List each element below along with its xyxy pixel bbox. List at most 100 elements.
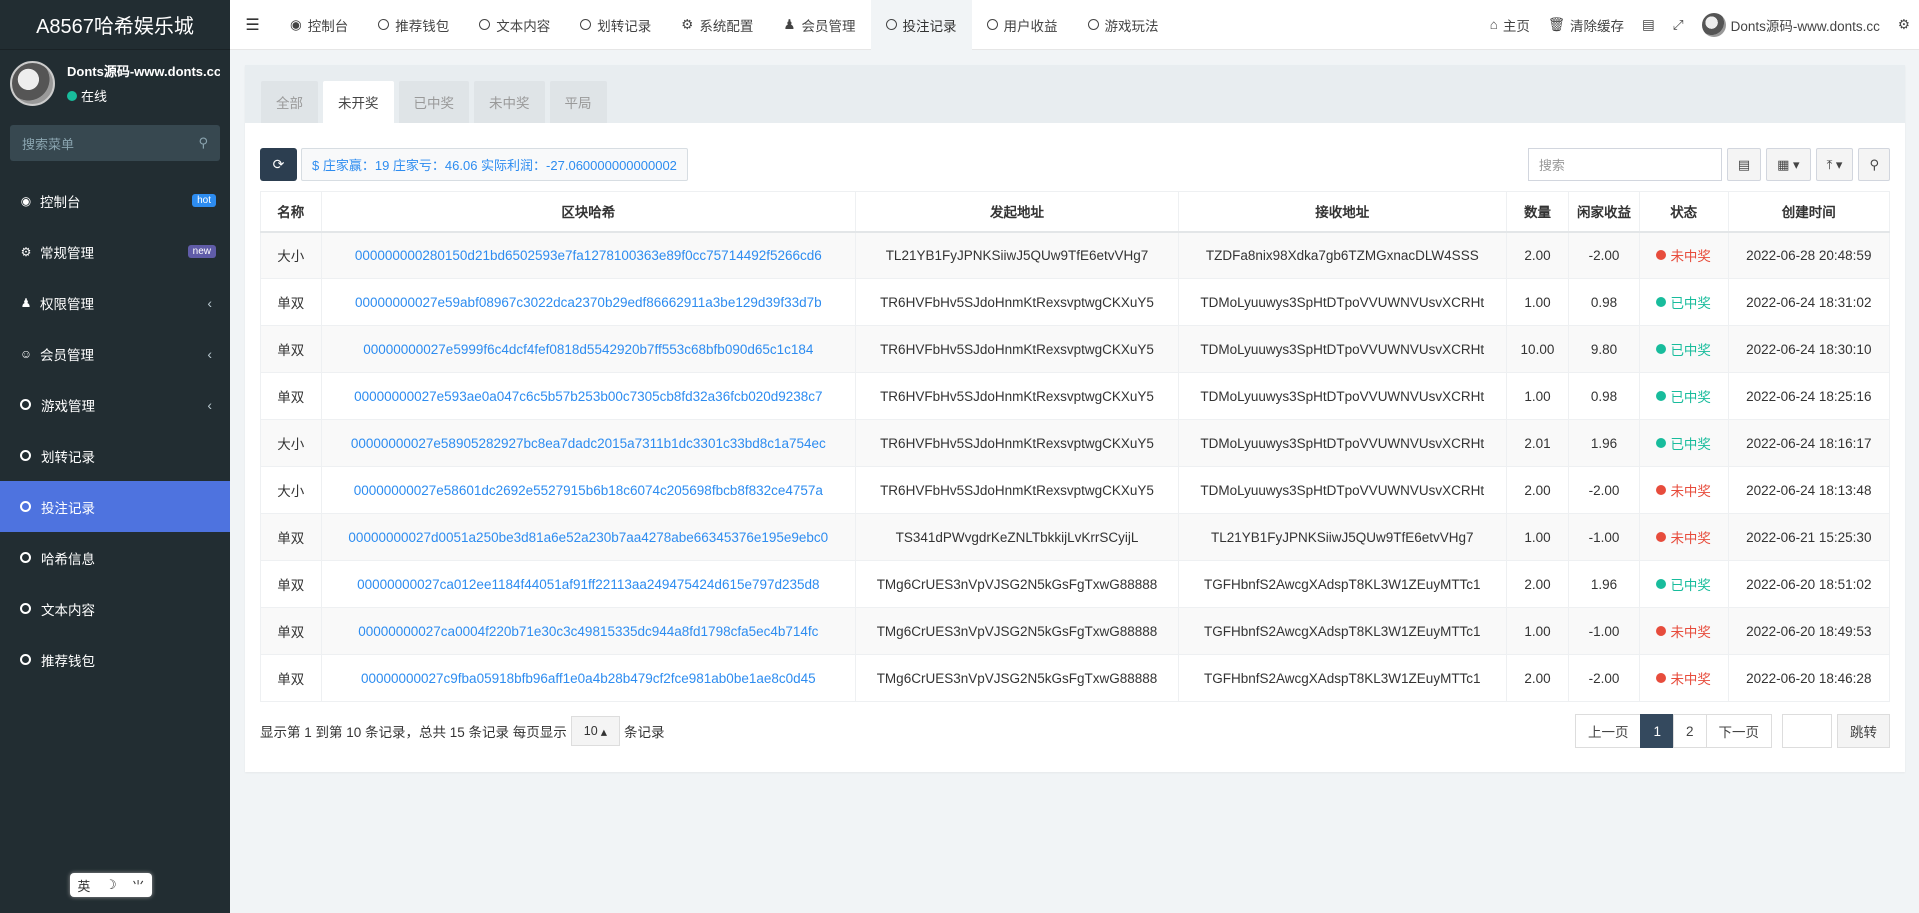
page-size-select[interactable]: 10 ▴ [570,716,620,746]
status-dot-icon [1656,438,1667,448]
sidebar-item-4[interactable]: 游戏管理 ‹ [0,379,230,430]
column-header[interactable]: 发起地址 [855,191,1179,233]
page-2-button[interactable]: 2 [1672,714,1707,748]
toggle-view-button[interactable]: ▤ [1726,148,1762,181]
filter-tab-0[interactable]: 全部 [261,81,318,123]
nav-tab-5[interactable]: ♟ 会员管理 [768,0,870,50]
column-header[interactable]: 创建时间 [1727,191,1891,233]
block-hash-link[interactable]: 00000000027c9fba05918bfb96aff1e0a4b28b47… [320,654,857,702]
search-button[interactable]: ⚲ [1858,148,1890,181]
prev-page-button[interactable]: 上一页 [1574,714,1642,748]
user-menu[interactable]: Donts源码-www.donts.cc [1693,12,1889,37]
chevron-left-icon: ‹ [207,294,212,311]
payout-cell: 1.96 [1568,560,1640,608]
search-icon: ⚲ [1869,156,1879,172]
brand-logo[interactable]: A8567哈希娱乐城 [0,0,230,50]
pagination-info: 显示第 1 到第 10 条记录，总共 15 条记录 每页显示 10 ▴ 条记录 [260,716,664,746]
payout-cell: -2.00 [1568,654,1640,702]
export-icon: ⤒ ▾ [1826,156,1843,172]
clear-cache-button[interactable]: 🗑 清除缓存 [1539,15,1633,35]
block-hash-link[interactable]: 00000000027e58905282927bc8ea7dadc2015a73… [320,419,857,467]
nav-tab-4[interactable]: ⚙ 系统配置 [666,0,768,50]
sidebar-item-5[interactable]: 划转记录 [0,430,230,481]
block-hash-link[interactable]: 00000000027ca012ee1184f44051af91ff22113a… [320,560,857,608]
ime-punct-icon[interactable]: ⺌ [132,876,145,895]
to-address-cell: TDMoLyuuwys3SpHtDTpoVVUWNVUsvXCRHt [1177,419,1507,467]
sidebar-item-3[interactable]: ☺ 会员管理 ‹ [0,328,230,379]
circle-icon [20,450,31,461]
nav-tab-0[interactable]: ◉ 控制台 [275,0,363,50]
block-hash-link[interactable]: 00000000027e59abf08967c3022dca2370b29edf… [320,278,857,326]
sidebar-item-9[interactable]: 推荐钱包 [0,634,230,685]
payout-cell: -1.00 [1568,607,1640,655]
nav-tab-6[interactable]: 投注记录 [870,0,972,50]
status-badge: 已中奖 [1656,386,1711,406]
ime-moon-icon[interactable]: ☽ [105,877,117,893]
filter-tab-2[interactable]: 已中奖 [398,81,469,123]
user-panel: Donts源码-www.donts.cc 在线 [0,50,230,116]
sidebar-search-input[interactable]: 搜索菜单 ⚲ [10,125,220,161]
circle-icon [885,19,897,30]
next-page-button[interactable]: 下一页 [1705,714,1772,748]
settings-gear-icon[interactable]: ⚙ [1889,17,1919,33]
nav-tab-1[interactable]: 推荐钱包 [363,0,464,50]
name-cell: 大小 [260,231,322,279]
payout-cell: -2.00 [1568,231,1640,279]
translate-icon[interactable]: ▤ [1633,17,1664,33]
sidebar-item-1[interactable]: ⚙ 常规管理 new [0,226,230,277]
column-header[interactable]: 名称 [260,191,322,233]
nav-tab-2[interactable]: 文本内容 [464,0,565,50]
home-link[interactable]: ⌂ 主页 [1481,15,1539,35]
columns-button[interactable]: ▦ ▾ [1766,148,1811,181]
jump-page-input[interactable] [1782,714,1832,748]
ime-lang-icon[interactable]: 英 [77,876,90,895]
nav-tab-8[interactable]: 游戏玩法 [1073,0,1174,50]
sidebar-item-7[interactable]: 哈希信息 [0,532,230,583]
search-icon[interactable]: ⚲ [198,135,208,151]
column-header[interactable]: 闲家收益 [1568,191,1640,233]
status-cell: 未中奖 [1638,466,1729,514]
nav-tab-3[interactable]: 划转记录 [565,0,666,50]
block-hash-link[interactable]: 00000000027ca0004f220b71e30c3c49815335dc… [320,607,857,655]
fullscreen-icon[interactable]: ⤢ [1664,17,1693,33]
block-hash-link[interactable]: 00000000027e58601dc2692e5527915b6b18c607… [320,466,857,514]
status-badge: 已中奖 [1656,292,1711,312]
column-header[interactable]: 接收地址 [1177,191,1507,233]
sidebar-item-8[interactable]: 文本内容 [0,583,230,634]
payout-cell: 0.98 [1568,278,1640,326]
refresh-button[interactable]: ⟳ [260,148,297,181]
sidebar-item-6[interactable]: 投注记录 [0,481,230,532]
nav-tab-7[interactable]: 用户收益 [972,0,1073,50]
amount-cell: 2.00 [1505,231,1570,279]
name-cell: 单双 [260,513,322,561]
from-address-cell: TS341dPWvgdrKeZNLTbkkijLvKrrSCyijL [855,513,1179,561]
block-hash-link[interactable]: 00000000027d0051a250be3d81a6e52a230b7aa4… [320,513,857,561]
created-time-cell: 2022-06-24 18:31:02 [1727,278,1891,326]
page-1-button[interactable]: 1 [1640,714,1674,748]
column-header[interactable]: 状态 [1638,191,1729,233]
column-header[interactable]: 数量 [1505,191,1570,233]
export-button[interactable]: ⤒ ▾ [1815,148,1854,181]
menu-toggle-icon[interactable]: ☰ [230,15,275,35]
sidebar-item-label: 文本内容 [41,602,95,618]
filter-tab-1[interactable]: 未开奖 [323,81,394,123]
top-navbar: ☰ ◉ 控制台 推荐钱包 文本内容 划转记录 ⚙ 系统配置 ♟ 会员管理 投注记录 用户收益 游戏玩法… [230,0,1919,50]
filter-tab-3[interactable]: 未中奖 [474,81,545,123]
circle-icon [20,654,31,665]
status-cell: 未中奖 [1638,607,1729,655]
ime-toolbar[interactable]: 英 ☽ ⺌ [70,873,152,897]
sidebar-item-2[interactable]: ♟ 权限管理 ‹ [0,277,230,328]
created-time-cell: 2022-06-24 18:25:16 [1727,372,1891,420]
circle-icon [378,19,390,30]
column-header[interactable]: 区块哈希 [320,191,857,233]
filter-tab-4[interactable]: 平局 [549,81,607,123]
sidebar-item-0[interactable]: ◉ 控制台 hot [0,175,230,226]
block-hash-link[interactable]: 00000000027e5999f6c4dcf4fef0818d5542920b… [320,325,857,373]
block-hash-link[interactable]: 00000000027e593ae0a047c6c5b57b253b00c730… [320,372,857,420]
jump-button[interactable]: 跳转 [1837,714,1890,748]
chevron-left-icon: ‹ [207,345,212,362]
table-search-input[interactable]: 搜索 [1527,148,1722,181]
payout-cell: -1.00 [1568,513,1640,561]
block-hash-link[interactable]: 000000000280150d21bd6502593e7fa127810036… [320,231,857,279]
amount-cell: 1.00 [1505,607,1570,655]
